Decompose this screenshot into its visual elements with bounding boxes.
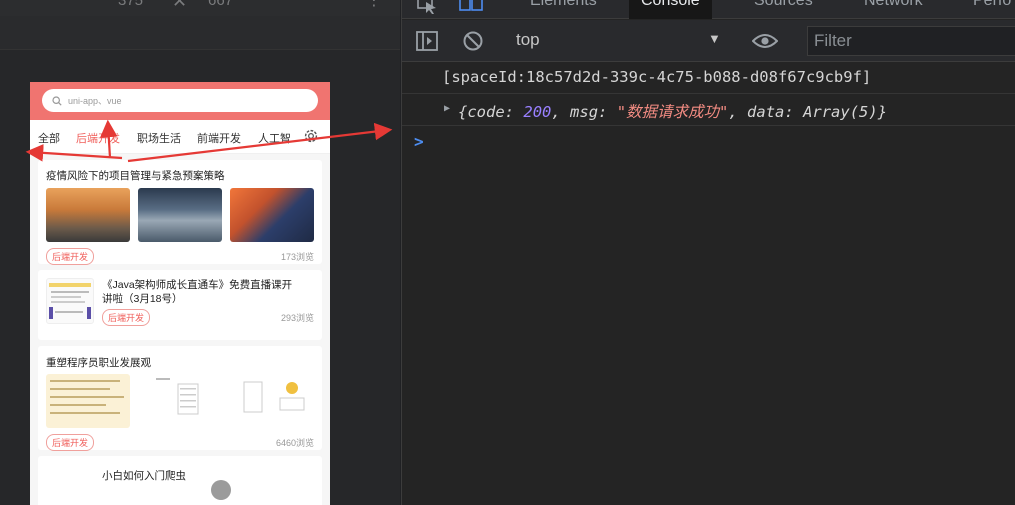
filter-input[interactable] <box>808 27 1015 55</box>
device-toggle-icon[interactable] <box>458 0 484 14</box>
object-value-data: Array(5) <box>803 103 878 121</box>
object-key-msg: msg: <box>570 103 608 121</box>
devtools-tab-bar: Elements Console Sources Network Perfo <box>402 0 1015 19</box>
device-emulator-pane: 375 ✕ 667 ⋮ uni-app、vue 全部 后端开发 职场生活 前端开… <box>0 0 400 505</box>
search-icon <box>52 95 62 106</box>
article-thumbnail <box>46 278 94 324</box>
search-bar[interactable]: uni-app、vue <box>42 89 318 112</box>
app-header: uni-app、vue <box>30 82 330 120</box>
category-tabs: 全部 后端开发 职场生活 前端开发 人工智 <box>30 120 330 154</box>
console-prompt-line[interactable]: > <box>402 126 1015 158</box>
devtools-panel: Elements Console Sources Network Perfo t… <box>401 0 1015 505</box>
article-thumbnail <box>46 188 130 242</box>
article-list: 疫情风险下的项目管理与紧急预案策略 后端开发 173浏览 《Java架构师成长直… <box>30 154 330 505</box>
article-thumbnail <box>46 374 130 428</box>
category-tag: 后端开发 <box>46 434 95 451</box>
document-thumbnail-art <box>49 283 91 319</box>
tab-career[interactable]: 职场生活 <box>137 130 181 146</box>
object-key-data: data: <box>747 103 794 121</box>
tab-backend[interactable]: 后端开发 <box>76 130 120 146</box>
more-icon[interactable]: ⋮ <box>366 0 382 10</box>
list-item[interactable]: 疫情风险下的项目管理与紧急预案策略 后端开发 173浏览 <box>38 160 322 265</box>
inspect-element-icon[interactable] <box>416 0 440 14</box>
list-item[interactable]: 《Java架构师成长直通车》免费直播课开 讲啦（3月18号） 后端开发 293浏… <box>38 270 322 340</box>
device-toolbar-band <box>0 16 400 50</box>
object-key-code: code: <box>467 103 515 121</box>
article-title: 《Java架构师成长直通车》免费直播课开 <box>102 279 293 291</box>
article-title: 疫情风险下的项目管理与紧急预案策略 <box>46 170 225 182</box>
tab-all[interactable]: 全部 <box>38 130 60 146</box>
tab-performance[interactable]: Perfo <box>973 0 1011 10</box>
document-thumbnail-art <box>50 380 124 414</box>
tab-sources[interactable]: Sources <box>754 0 813 10</box>
console-prompt[interactable]: > <box>414 132 424 151</box>
view-count: 293浏览 <box>280 313 314 323</box>
device-toolbar: 375 ✕ 667 ⋮ <box>0 0 400 16</box>
search-placeholder: uni-app、vue <box>68 96 122 106</box>
object-open-brace: { <box>458 103 468 121</box>
touch-cursor <box>211 480 231 500</box>
phone-viewport: uni-app、vue 全部 后端开发 职场生活 前端开发 人工智 疫情风险下的… <box>30 82 330 505</box>
console-text: [spaceId:18c57d2d-339c-4c75-b088-d08f67c… <box>442 68 872 86</box>
tab-network[interactable]: Network <box>864 0 923 10</box>
console-message: [spaceId:18c57d2d-339c-4c75-b088-d08f67c… <box>402 62 1015 94</box>
close-icon: ✕ <box>172 0 188 11</box>
category-tag: 后端开发 <box>102 309 151 326</box>
context-selector[interactable]: top <box>516 30 540 50</box>
article-thumbnail <box>230 374 314 428</box>
article-thumbnail <box>138 188 222 242</box>
expand-arrow-icon[interactable]: ▶ <box>444 103 450 114</box>
screen: 375 ✕ 667 ⋮ uni-app、vue 全部 后端开发 职场生活 前端开… <box>0 0 1015 505</box>
article-thumbnail <box>230 188 314 242</box>
category-tag: 后端开发 <box>46 248 95 265</box>
tab-console[interactable]: Console <box>629 0 712 19</box>
eye-icon[interactable] <box>752 32 778 50</box>
console-output: [spaceId:18c57d2d-339c-4c75-b088-d08f67c… <box>402 62 1015 158</box>
article-title-line2: 讲啦（3月18号） <box>102 293 183 305</box>
filter-box <box>807 26 1015 56</box>
gear-icon[interactable] <box>302 127 320 145</box>
article-title: 小白如何入门爬虫 <box>102 470 186 482</box>
list-item[interactable]: 小白如何入门爬虫 <box>38 456 322 505</box>
view-count: 173浏览 <box>280 252 314 262</box>
document-thumbnail-art <box>243 381 305 413</box>
object-value-code: 200 <box>523 103 552 121</box>
clear-console-icon[interactable] <box>462 30 484 52</box>
console-toolbar: top ▼ <box>402 20 1015 62</box>
object-close-brace: } <box>877 103 888 121</box>
list-item[interactable]: 重塑程序员职业发展观 后端开发 6460浏览 <box>38 346 322 451</box>
console-message[interactable]: ▶ {code: 200, msg: "数据请求成功", data: Array… <box>402 94 1015 126</box>
tab-ai[interactable]: 人工智 <box>258 130 291 146</box>
tab-frontend[interactable]: 前端开发 <box>197 130 241 146</box>
device-height[interactable]: 667 <box>208 0 233 9</box>
object-value-msg: "数据请求成功" <box>616 103 729 121</box>
article-title: 重塑程序员职业发展观 <box>46 357 151 369</box>
dropdown-arrow-icon[interactable]: ▼ <box>708 31 721 46</box>
tab-elements[interactable]: Elements <box>530 0 597 10</box>
device-width[interactable]: 375 <box>118 0 143 9</box>
sidebar-toggle-icon[interactable] <box>416 30 438 52</box>
console-object[interactable]: {code: 200, msg: "数据请求成功", data: Array(5… <box>458 100 887 122</box>
view-count: 6460浏览 <box>275 438 314 448</box>
article-thumbnail <box>138 374 222 428</box>
document-thumbnail-art <box>156 378 199 415</box>
